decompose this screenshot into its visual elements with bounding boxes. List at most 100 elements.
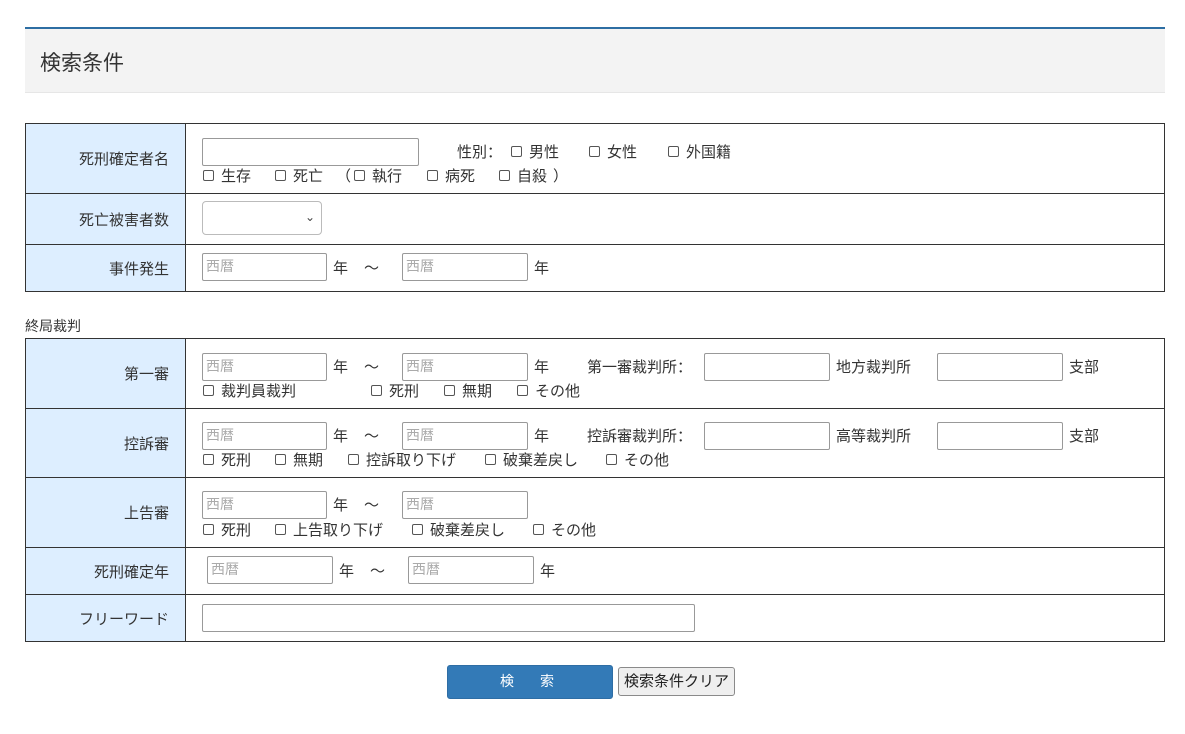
checkbox-appeal-other-label: その他	[624, 450, 670, 469]
confirm-to-input[interactable]	[408, 556, 534, 584]
checkbox-appeal-remand[interactable]: 破棄差戻し	[485, 449, 578, 470]
checkbox-appeal-remand-label: 破棄差戻し	[503, 450, 579, 469]
checkbox-icon[interactable]	[371, 384, 382, 396]
row-incident: 事件発生 年 ～ 年	[25, 244, 1165, 292]
confirm-year-label: 死刑確定年	[25, 547, 186, 595]
incident-tilde: ～	[364, 259, 380, 277]
checkbox-icon[interactable]	[533, 523, 544, 535]
confirm-tilde: ～	[370, 562, 386, 580]
confirm-from-year: 年	[339, 562, 355, 580]
paren-close: ）	[553, 166, 569, 185]
checkbox-icon[interactable]	[203, 453, 214, 465]
final-tilde: ～	[364, 495, 380, 514]
checkbox-icon[interactable]	[354, 169, 365, 181]
checkbox-first-other[interactable]: その他	[517, 380, 580, 401]
checkbox-final-death-label: 死刑	[221, 520, 252, 539]
checkbox-icon[interactable]	[203, 523, 214, 535]
search-button[interactable]: 検 索	[447, 665, 613, 699]
checkbox-executed-label: 執行	[372, 166, 403, 185]
appeal-tilde: ～	[364, 426, 380, 445]
checkbox-icon[interactable]	[485, 453, 496, 465]
first-to-input[interactable]	[402, 352, 528, 381]
final-judgment-label: 終局裁判	[25, 319, 81, 335]
checkbox-disease-label: 病死	[445, 166, 476, 185]
checkbox-final-withdrawn[interactable]: 上告取り下げ	[275, 519, 383, 540]
checkbox-male[interactable]: 男性	[511, 141, 559, 162]
appeal-court-input[interactable]	[704, 421, 830, 450]
checkbox-lay-judge[interactable]: 裁判員裁判	[203, 380, 296, 401]
first-from-input[interactable]	[202, 352, 327, 381]
checkbox-appeal-withdrawn-label: 控訴取り下げ	[366, 450, 457, 469]
checkbox-final-withdrawn-label: 上告取り下げ	[293, 520, 384, 539]
incident-to-input[interactable]	[402, 253, 528, 281]
row-confirm-year: 死刑確定年 年 ～ 年	[25, 547, 1165, 595]
checkbox-appeal-other[interactable]: その他	[606, 449, 669, 470]
appeal-branch-input[interactable]	[937, 421, 1063, 450]
first-branch-input[interactable]	[937, 352, 1063, 381]
checkbox-female[interactable]: 女性	[589, 141, 637, 162]
checkbox-executed[interactable]: 執行	[354, 165, 402, 186]
first-to-year: 年	[534, 357, 550, 376]
judgment-conditions-table: 第一審 年 ～ 年 第一審裁判所： 地方裁判所 支部 裁判員裁判 死刑	[25, 338, 1165, 642]
appeal-branch-label: 支部	[1069, 426, 1100, 445]
checkbox-icon[interactable]	[668, 145, 679, 157]
row-freeword: フリーワード	[25, 594, 1165, 642]
condemned-name-label: 死刑確定者名	[25, 123, 186, 194]
checkbox-appeal-death[interactable]: 死刑	[203, 449, 251, 470]
checkbox-first-life[interactable]: 無期	[444, 380, 492, 401]
checkbox-icon[interactable]	[275, 169, 286, 181]
checkbox-icon[interactable]	[499, 169, 510, 181]
checkbox-icon[interactable]	[427, 169, 438, 181]
checkbox-final-death[interactable]: 死刑	[203, 519, 251, 540]
appeal-court-label: 控訴審裁判所：	[587, 426, 693, 445]
incident-to-year: 年	[534, 259, 550, 277]
basic-conditions-table: 死刑確定者名 性別： 男性 女性 外国籍 生存 死亡 （ 執行 病死 自殺 ）	[25, 123, 1165, 292]
checkbox-icon[interactable]	[517, 384, 528, 396]
checkbox-dead[interactable]: 死亡	[275, 165, 323, 186]
checkbox-icon[interactable]	[606, 453, 617, 465]
checkbox-foreign[interactable]: 外国籍	[668, 141, 731, 162]
checkbox-icon[interactable]	[275, 523, 286, 535]
first-branch-label: 支部	[1069, 357, 1100, 376]
freeword-input[interactable]	[202, 604, 695, 632]
paren-open: （	[336, 166, 352, 185]
checkbox-suicide[interactable]: 自殺	[499, 165, 547, 186]
checkbox-appeal-withdrawn[interactable]: 控訴取り下げ	[348, 449, 456, 470]
confirm-to-year: 年	[540, 562, 556, 580]
checkbox-final-remand-label: 破棄差戻し	[430, 520, 506, 539]
checkbox-alive-label: 生存	[221, 166, 252, 185]
final-from-input[interactable]	[202, 490, 327, 519]
checkbox-alive[interactable]: 生存	[203, 165, 251, 186]
final-appeal-field: 年 ～ 死刑 上告取り下げ 破棄差戻し その他	[185, 477, 1165, 548]
checkbox-disease[interactable]: 病死	[427, 165, 475, 186]
checkbox-first-other-label: その他	[535, 381, 581, 400]
victims-select[interactable]: ⌄	[202, 201, 322, 235]
confirm-from-input[interactable]	[207, 556, 333, 584]
first-tilde: ～	[364, 357, 380, 376]
checkbox-icon[interactable]	[275, 453, 286, 465]
checkbox-icon[interactable]	[511, 145, 522, 157]
chevron-down-icon: ⌄	[304, 210, 315, 224]
freeword-label: フリーワード	[25, 594, 186, 642]
checkbox-final-other[interactable]: その他	[533, 519, 596, 540]
checkbox-icon[interactable]	[203, 169, 214, 181]
incident-field: 年 ～ 年	[185, 244, 1165, 292]
checkbox-first-death-label: 死刑	[389, 381, 420, 400]
victims-label: 死亡被害者数	[25, 193, 186, 245]
checkbox-icon[interactable]	[412, 523, 423, 535]
appeal-from-input[interactable]	[202, 421, 327, 450]
checkbox-icon[interactable]	[589, 145, 600, 157]
clear-conditions-button[interactable]: 検索条件クリア	[618, 667, 736, 696]
checkbox-icon[interactable]	[203, 384, 214, 396]
checkbox-icon[interactable]	[444, 384, 455, 396]
condemned-name-input[interactable]	[202, 137, 419, 166]
row-appeal: 控訴審 年 ～ 年 控訴審裁判所： 高等裁判所 支部 死刑 無期	[25, 408, 1165, 478]
incident-from-input[interactable]	[202, 253, 327, 281]
appeal-to-input[interactable]	[402, 421, 528, 450]
checkbox-final-remand[interactable]: 破棄差戻し	[412, 519, 505, 540]
first-court-input[interactable]	[704, 352, 830, 381]
checkbox-appeal-life[interactable]: 無期	[275, 449, 323, 470]
checkbox-first-death[interactable]: 死刑	[371, 380, 419, 401]
final-to-input[interactable]	[402, 490, 528, 519]
checkbox-icon[interactable]	[348, 453, 359, 465]
